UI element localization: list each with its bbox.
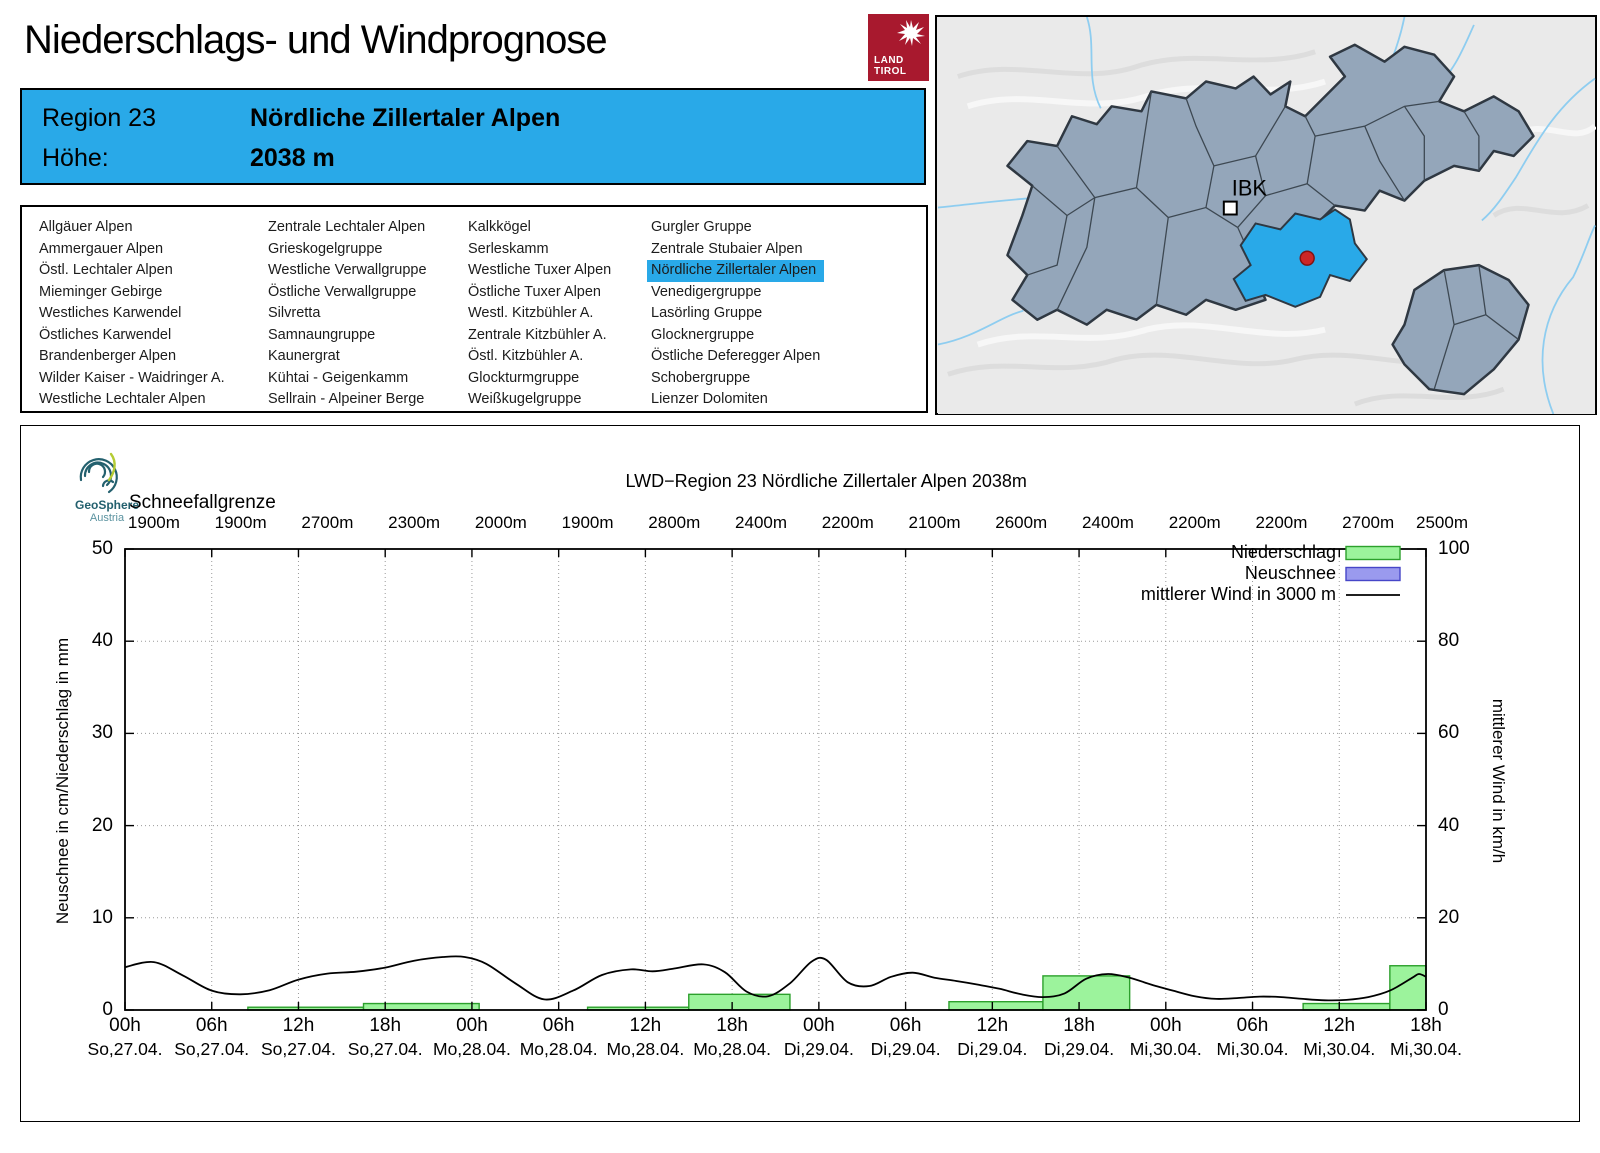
region-list-item[interactable]: Westliche Verwallgruppe [264,260,431,282]
region-number-label: Region 23 [42,104,156,132]
region-list-item[interactable]: Glockturmgruppe [464,368,615,390]
region-name-value: Nördliche Zillertaler Alpen [250,104,561,132]
region-list-item[interactable]: Ammergauer Alpen [35,239,229,261]
niederschlag-bar [948,1001,1044,1011]
page-title: Niederschlags- und Windprognose [24,18,608,62]
region-list-item[interactable]: Mieminger Gebirge [35,282,229,304]
snowline-header: Schneefallgrenze [129,492,276,513]
legend-swatch-1 [1345,566,1401,582]
x-tick-date: Mi,30.04. [1390,1039,1462,1059]
region-list-item[interactable]: Westliche Lechtaler Alpen [35,389,229,411]
region-list-item[interactable]: Weißkugelgruppe [464,389,615,411]
region-list-item[interactable]: Östl. Kitzbühler A. [464,346,615,368]
region-list-item[interactable]: Lienzer Dolomiten [647,389,824,411]
region-list-item[interactable]: Östliche Deferegger Alpen [647,346,824,368]
region-list-box: Allgäuer Alpen Ammergauer Alpen Östl. Lech… [20,205,928,413]
legend-label: Niederschlag [1230,542,1336,562]
region-list-item[interactable]: Westliche Tuxer Alpen [464,260,615,282]
niederschlag-bar [362,1002,480,1011]
region-list-item[interactable]: Östl. Lechtaler Alpen [35,260,229,282]
region-list-item[interactable]: Kühtai - Geigenkamm [264,368,431,390]
legend-swatch-0 [1345,545,1401,561]
legend-label: mittlerer Wind in 3000 m [1140,584,1336,604]
region-list-item-selected[interactable]: Nördliche Zillertaler Alpen [647,260,825,282]
region-list-item[interactable]: Sellrain - Alpeiner Berge [264,389,431,411]
niederschlag-bar [1042,975,1131,1011]
forecast-chart: GeoSphere Austria LWD−Region 23 Nördlich… [20,425,1580,1122]
region-list-column: Gurgler Gruppe Zentrale Stubaier Alpen Nör… [647,217,825,411]
left-axis-title: Neuschnee in cm/Niederschlag in mm [53,637,72,925]
ibk-marker [1222,200,1238,216]
region-list-item[interactable]: Kaunergrat [264,346,431,368]
selected-region-dot [1299,250,1315,266]
tirol-map[interactable]: IBK [935,15,1597,415]
region-list-item[interactable]: Schobergruppe [647,368,824,390]
region-list-item[interactable]: Östliche Tuxer Alpen [464,282,615,304]
region-list-item[interactable]: Westl. Kitzbühler A. [464,303,615,325]
region-list-item[interactable]: Zentrale Lechtaler Alpen [264,217,431,239]
region-list-item[interactable]: Samnaungruppe [264,325,431,347]
region-list-item[interactable]: Kalkkögel [464,217,615,239]
altitude-label: Höhe: [42,144,109,172]
chart-title: LWD−Region 23 Nördliche Zillertaler Alpe… [625,471,1027,491]
wind-line [124,955,1427,1002]
region-list-item[interactable]: Serleskamm [464,239,615,261]
region-list-item[interactable]: Silvretta [264,303,431,325]
x-tick-hour: 18h [1410,1015,1442,1036]
region-list-item[interactable]: Grieskogelgruppe [264,239,431,261]
region-list-column: Allgäuer Alpen Ammergauer Alpen Östl. Lech… [35,217,229,411]
niederschlag-bar [688,993,791,1011]
region-list-item[interactable]: Lasörling Gruppe [647,303,824,325]
region-list-column: Kalkkögel Serleskamm Westliche Tuxer Alpen… [464,217,615,411]
logo-text-tirol: TIROL [874,66,907,77]
tirol-eagle-icon [897,20,925,46]
altitude-value: 2038 m [250,144,335,172]
region-list-item[interactable]: Zentrale Stubaier Alpen [647,239,824,261]
right-axis-title: mittlerer Wind in km/h [1489,698,1508,864]
snowline-label: 2500m [1416,513,1468,532]
region-header-box: Region 23 Nördliche Zillertaler Alpen Hö… [20,88,926,185]
region-list-column: Zentrale Lechtaler Alpen Grieskogelgruppe… [264,217,431,411]
region-list-item[interactable]: Gurgler Gruppe [647,217,824,239]
region-list-item[interactable]: Westliches Karwendel [35,303,229,325]
niederschlag-bar [1302,1002,1391,1011]
land-tirol-logo: LAND TIROL [868,14,929,81]
region-list-item[interactable]: Brandenberger Alpen [35,346,229,368]
region-list-item[interactable]: Wilder Kaiser - Waidringer A. [35,368,229,390]
region-list-item[interactable]: Östliche Verwallgruppe [264,282,431,304]
region-list-item[interactable]: Zentrale Kitzbühler A. [464,325,615,347]
region-list-item[interactable]: Östliches Karwendel [35,325,229,347]
map-city-label: IBK [1232,176,1268,201]
logo-text-land: LAND [874,55,904,66]
region-list-item[interactable]: Glocknergruppe [647,325,824,347]
region-list-item[interactable]: Venedigergruppe [647,282,824,304]
region-list-item[interactable]: Allgäuer Alpen [35,217,229,239]
legend-label: Neuschnee [1244,563,1336,583]
